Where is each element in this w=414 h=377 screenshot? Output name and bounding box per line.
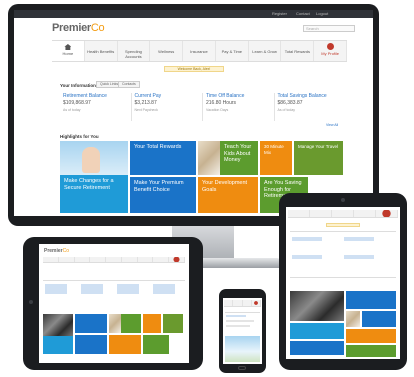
- mini-tile: [109, 335, 141, 354]
- nav-item-wellness[interactable]: Wellness: [150, 41, 184, 61]
- nav-item-health-benefits[interactable]: Health Benefits: [85, 41, 118, 61]
- metric-value: $86,383.87: [277, 100, 303, 106]
- home-button[interactable]: [238, 366, 246, 370]
- nav-item-total-rewards[interactable]: Total Rewards: [281, 41, 315, 61]
- tile-30-minute[interactable]: 30 Minute Mix: [260, 141, 292, 175]
- mini-metric: [344, 255, 374, 259]
- mini-divider: [43, 280, 185, 281]
- nav-item-insurance[interactable]: Insurance: [183, 41, 216, 61]
- metric-label: Retirement Balance: [63, 93, 107, 99]
- main-nav: Home Health Benefits Spending Accounts W…: [52, 40, 348, 62]
- alert-dot-icon: [326, 43, 334, 50]
- metric-label: Current Pay: [134, 93, 162, 99]
- mini-tile-photo: [43, 314, 73, 354]
- mini-alert: [326, 223, 360, 227]
- utility-link-register[interactable]: Register: [272, 11, 287, 16]
- mini-nav: [288, 210, 398, 218]
- mini-tile: [362, 311, 396, 327]
- mini-tile: [346, 311, 360, 327]
- nav-item-pay-time[interactable]: Pay & Time: [216, 41, 249, 61]
- mini-tile: [143, 314, 161, 333]
- phone-divider: [225, 312, 260, 313]
- mini-nav: [43, 257, 186, 263]
- mini-tile: [163, 314, 183, 333]
- phone-screen: [223, 298, 262, 364]
- mini-tile: [290, 341, 344, 355]
- utility-link-logout[interactable]: Logout: [316, 11, 328, 16]
- metric-savings[interactable]: Total Savings Balance $86,383.87 As of t…: [275, 93, 346, 121]
- metric-current-pay[interactable]: Current Pay $3,213.87 Next Paycheck: [132, 93, 203, 121]
- tile-total-rewards[interactable]: Your Total Rewards: [130, 141, 196, 175]
- metric-sub: Next Paycheck: [134, 108, 158, 112]
- tablet-portrait-screen: [286, 207, 400, 359]
- info-section-title: Your Information: [60, 83, 96, 88]
- tab-contacts[interactable]: Contacts: [118, 81, 140, 88]
- mini-tile: [346, 329, 396, 343]
- tablet-portrait: [279, 193, 407, 370]
- metric-sub: Vacation Days: [206, 108, 229, 112]
- phone-text-line: [226, 315, 246, 317]
- metric-label: Time Off Balance: [206, 93, 245, 99]
- tile-kids-photo: [198, 141, 220, 175]
- metric-sub: As of today: [277, 108, 296, 112]
- highlights-title: Highlights for You: [60, 134, 99, 139]
- nav-item-my-profile[interactable]: My Profile: [314, 41, 348, 61]
- nav-item-home[interactable]: Home: [52, 41, 85, 61]
- retirement-photo: [82, 147, 100, 173]
- metric-value: $3,213.87: [134, 100, 157, 106]
- smartphone: [219, 289, 266, 373]
- tablet-landscape-screen: PremierCo: [39, 244, 189, 363]
- metrics-row: Retirement Balance $109,868.97 As of tod…: [60, 93, 345, 121]
- mini-divider: [290, 277, 396, 278]
- mini-metric: [344, 237, 374, 241]
- brand-logo[interactable]: PremierCo: [52, 22, 105, 34]
- tile-development-goals[interactable]: Your Development Goals: [198, 177, 258, 213]
- mini-metric: [292, 237, 322, 241]
- mini-tile: [75, 335, 107, 354]
- mini-divider: [290, 231, 396, 232]
- phone-text-line: [226, 325, 250, 327]
- desktop-screen: Register Contact Logout PremierCo Search…: [14, 10, 373, 216]
- mini-metric: [292, 255, 322, 259]
- metric-time-off[interactable]: Time Off Balance 216.80 Hours Vacation D…: [203, 93, 275, 121]
- utility-link-contact[interactable]: Contact: [296, 11, 310, 16]
- metric-label: Total Savings Balance: [277, 93, 327, 99]
- phone-tile-photo: [225, 336, 260, 362]
- metric-sub: As of today: [63, 108, 81, 112]
- phone-nav: [224, 300, 261, 307]
- nav-item-spending-accounts[interactable]: Spending Accounts: [118, 41, 151, 61]
- mini-tile: [346, 291, 396, 309]
- phone-text-line: [226, 320, 254, 322]
- mini-tile: [109, 314, 121, 333]
- mini-tile: [121, 314, 141, 333]
- mini-tile: [290, 323, 344, 339]
- camera-icon: [29, 300, 33, 304]
- utility-bar: Register Contact Logout: [14, 10, 373, 18]
- tile-travel[interactable]: Manage Your Travel: [294, 141, 343, 175]
- mini-tile: [143, 335, 169, 354]
- tablet-landscape: PremierCo: [23, 237, 203, 370]
- mini-tile: [346, 345, 396, 357]
- nav-item-learn-grow[interactable]: Learn & Grow: [249, 41, 282, 61]
- mini-metrics: [45, 284, 183, 294]
- tile-premium-benefit[interactable]: Make Your Premium Benefit Choice: [130, 177, 196, 213]
- metric-value: $109,868.97: [63, 100, 91, 106]
- tile-retirement[interactable]: Make Changes for a Secure Retirement: [60, 141, 128, 213]
- mini-tile-photo: [290, 291, 344, 321]
- welcome-alert: Welcome Back, Alex!: [164, 66, 224, 72]
- camera-icon: [341, 198, 345, 202]
- metric-value: 216.80 Hours: [206, 100, 237, 106]
- mini-brand-logo: PremierCo: [44, 248, 70, 254]
- home-icon: [64, 44, 72, 50]
- mini-tile: [75, 314, 107, 333]
- view-all-link[interactable]: View All: [326, 123, 338, 127]
- metric-retirement[interactable]: Retirement Balance $109,868.97 As of tod…: [60, 93, 132, 121]
- search-input[interactable]: Search: [303, 25, 355, 32]
- tile-kids-money[interactable]: Teach Your Kids About Money: [220, 141, 258, 175]
- retirement-caption: Make Changes for a Secure Retirement: [60, 175, 128, 213]
